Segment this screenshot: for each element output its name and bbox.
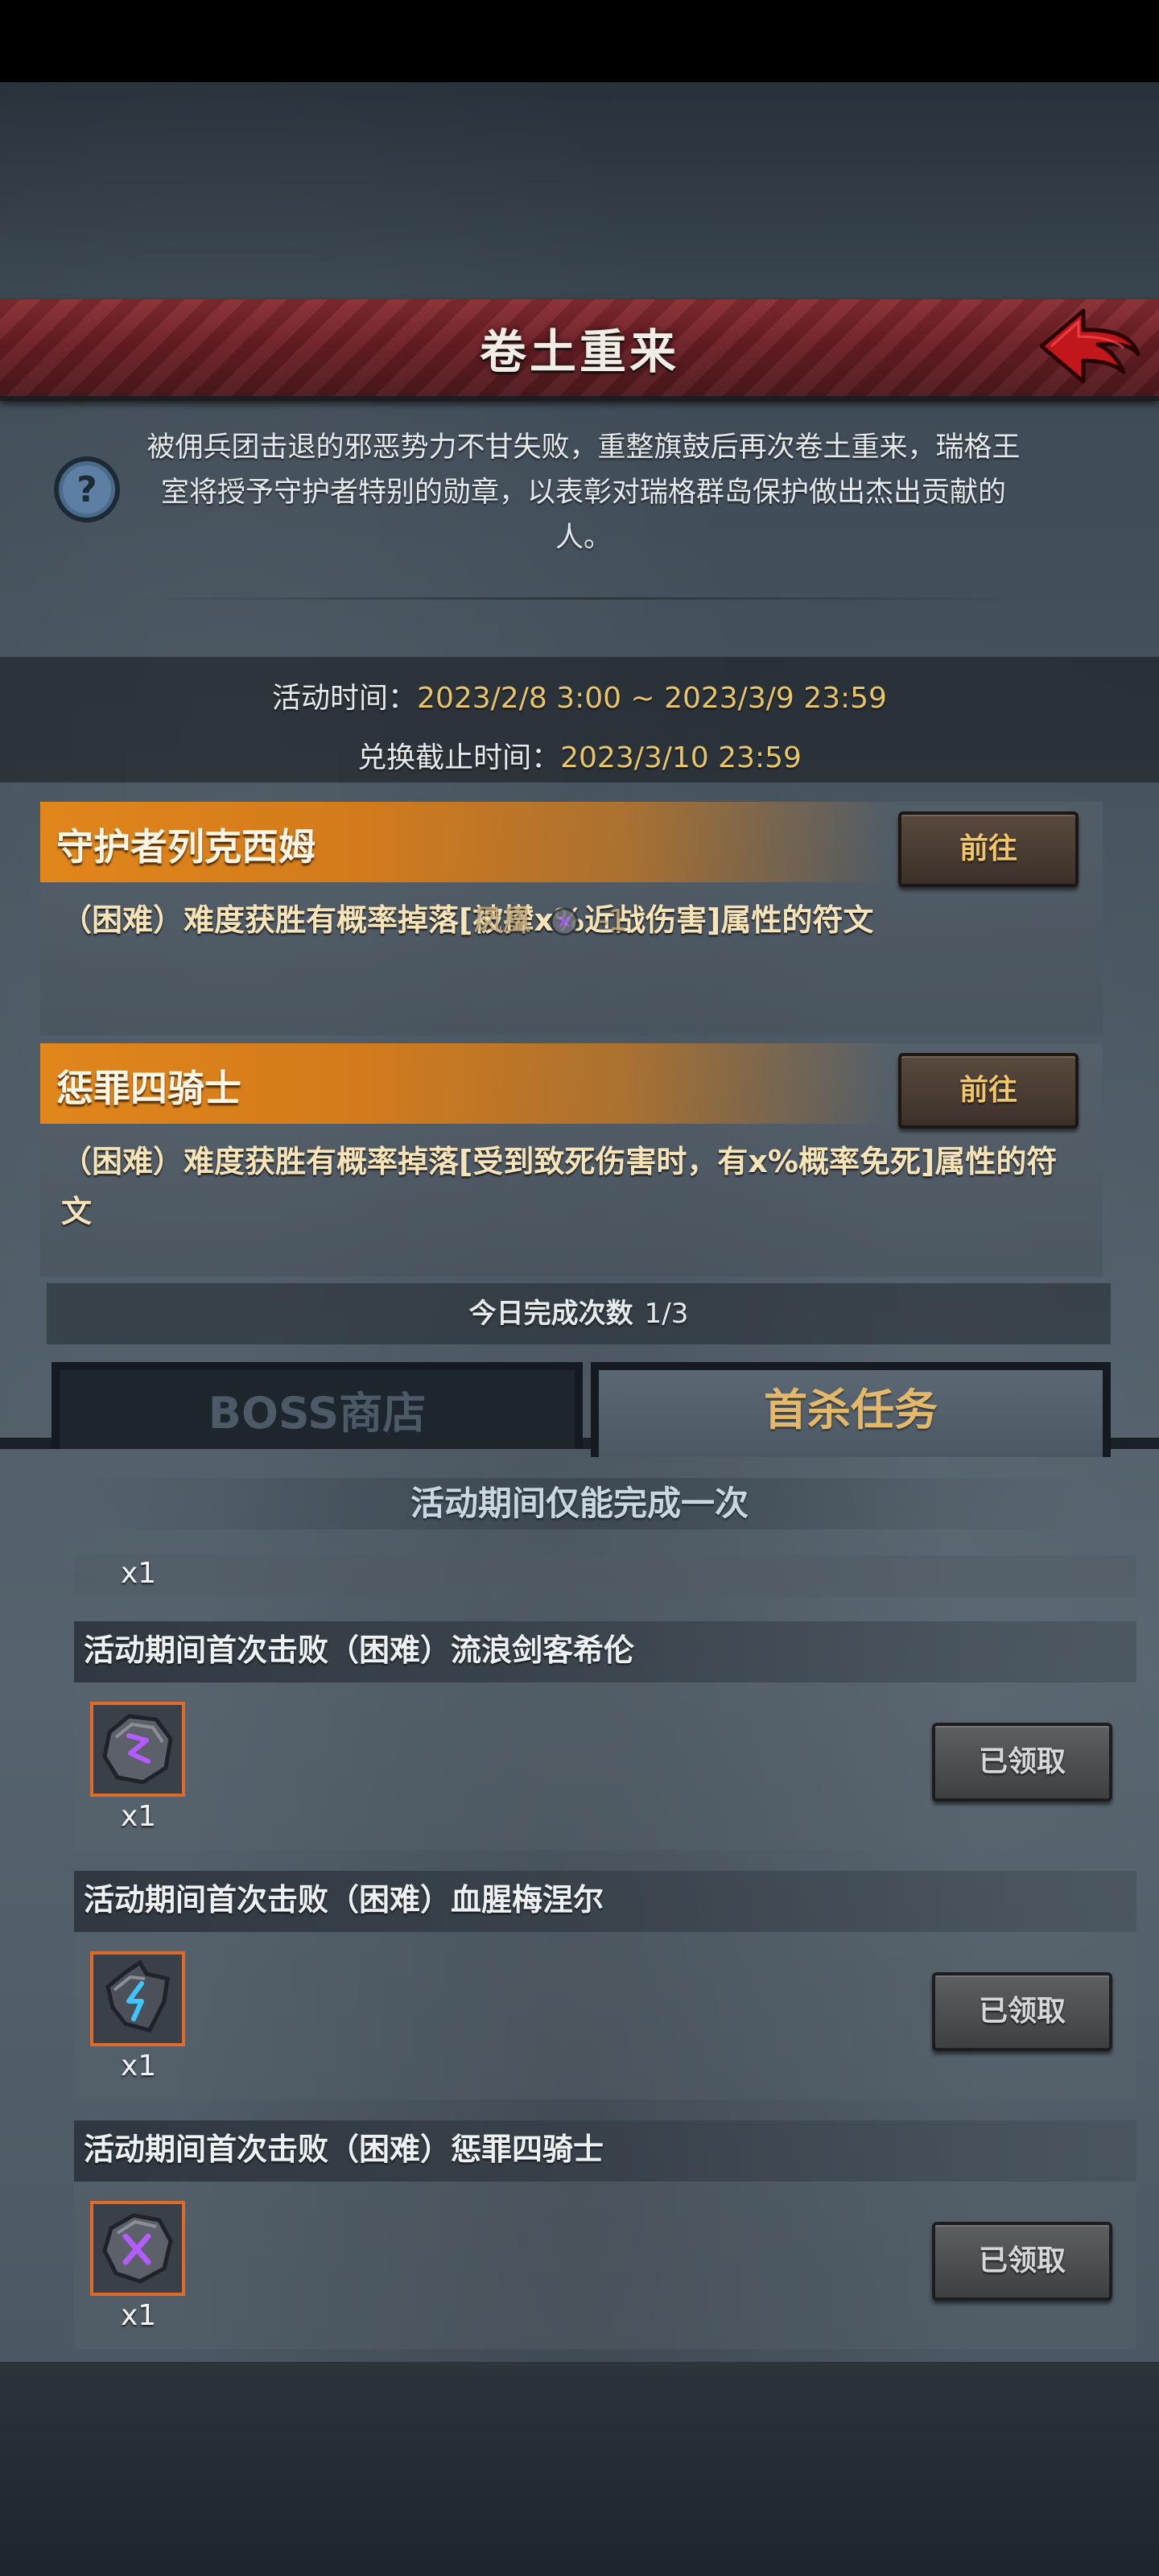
page: 卷土重来 ? 被佣兵团击退的邪恶势力不甘失败，重整旗鼓后再次卷土重来，瑞格王室将…	[0, 0, 1159, 2576]
go-button[interactable]: 前往	[898, 1053, 1079, 1129]
exchange-deadline-value: 2023/3/10 23:59	[560, 741, 802, 774]
boss-name: 惩罪四骑士	[56, 1067, 241, 1110]
reward-quantity: x1	[121, 2299, 157, 2332]
bottom-area	[0, 2362, 1159, 2576]
tab-boss-shop-label: BOSS商店	[208, 1388, 427, 1439]
toast-count: -1	[597, 904, 627, 937]
back-arrow-icon[interactable]	[1033, 304, 1146, 391]
daily-value: 1/3	[644, 1298, 689, 1330]
rune-stone-icon	[105, 1959, 170, 2033]
exchange-deadline-label: 兑换截止时间：	[357, 741, 561, 774]
page-title: 卷土重来	[479, 324, 679, 379]
reward-slot[interactable]	[90, 2201, 185, 2296]
tab-bar: BOSS商店 首杀任务	[0, 1362, 1159, 1457]
event-time-bar: 活动时间：2023/2/8 3:00 ~ 2023/3/9 23:59 兑换截止…	[0, 657, 1159, 782]
divider	[129, 597, 1030, 600]
event-description: 被佣兵团击退的邪恶势力不甘失败，重整旗鼓后再次卷土重来，瑞格王室将授予守护者特别…	[146, 431, 1021, 554]
tab-first-kill[interactable]: 首杀任务	[591, 1362, 1111, 1457]
task-item: 活动期间首次击败（困难）惩罪四骑士 x1 已领取	[74, 2120, 1136, 2349]
task-title: 活动期间首次击败（困难）流浪剑客希伦	[74, 1621, 1136, 1682]
reward-toast: 凤凰 -1	[473, 897, 627, 945]
rune-stone-icon	[102, 1714, 173, 1785]
task-item: 活动期间首次击败（困难）血腥梅涅尔 x1 已领取	[74, 1871, 1136, 2099]
reward-quantity: x1	[121, 1557, 157, 1590]
tasks-header: 活动期间仅能完成一次	[77, 1478, 1082, 1530]
boss-card-header: 守护者列克西姆 前往	[40, 802, 1103, 887]
rune-stone-icon	[102, 2213, 173, 2284]
activity-time-value: 2023/2/8 3:00 ~ 2023/3/9 23:59	[417, 682, 887, 715]
reward-slot[interactable]	[90, 1702, 185, 1797]
reward-quantity: x1	[121, 2050, 157, 2083]
tab-boss-shop[interactable]: BOSS商店	[52, 1362, 583, 1449]
svg-text:?: ?	[76, 469, 97, 510]
partial-reward-row: x1	[74, 1555, 1136, 1597]
tab-first-kill-label: 首杀任务	[764, 1385, 938, 1435]
exchange-deadline-row: 兑换截止时间：2023/3/10 23:59	[0, 734, 1159, 776]
task-item: 活动期间首次击败（困难）流浪剑客希伦 x1 已领取	[74, 1621, 1136, 1850]
toast-text: 凤凰	[473, 904, 532, 937]
boss-drop-description: （困难）难度获胜有概率掉落[受到致死伤害时，有x%概率免死]属性的符文	[61, 1144, 1058, 1229]
activity-time-row: 活动时间：2023/2/8 3:00 ~ 2023/3/9 23:59	[0, 675, 1159, 716]
task-title: 活动期间首次击败（困难）血腥梅涅尔	[74, 1871, 1136, 1932]
go-button[interactable]: 前往	[898, 811, 1079, 887]
boss-card-header: 惩罪四骑士 前往	[40, 1043, 1103, 1129]
reward-slot[interactable]	[90, 1951, 185, 2046]
boss-card: 惩罪四骑士 前往 （困难）难度获胜有概率掉落[受到致死伤害时，有x%概率免死]属…	[40, 1043, 1103, 1277]
claimed-button[interactable]: 已领取	[932, 2222, 1112, 2301]
claimed-button[interactable]: 已领取	[932, 1972, 1112, 2051]
help-icon[interactable]: ?	[53, 456, 121, 523]
daily-label: 今日完成次数	[468, 1298, 633, 1330]
daily-completion: 今日完成次数 1/3	[47, 1283, 1111, 1344]
activity-time-label: 活动时间：	[272, 682, 418, 715]
boss-name: 守护者列克西姆	[56, 825, 316, 869]
task-title: 活动期间首次击败（困难）惩罪四骑士	[74, 2120, 1136, 2182]
title-banner: 卷土重来	[0, 299, 1159, 401]
gem-icon	[550, 907, 579, 936]
reward-quantity: x1	[121, 1800, 157, 1833]
claimed-button[interactable]: 已领取	[932, 1723, 1112, 1802]
